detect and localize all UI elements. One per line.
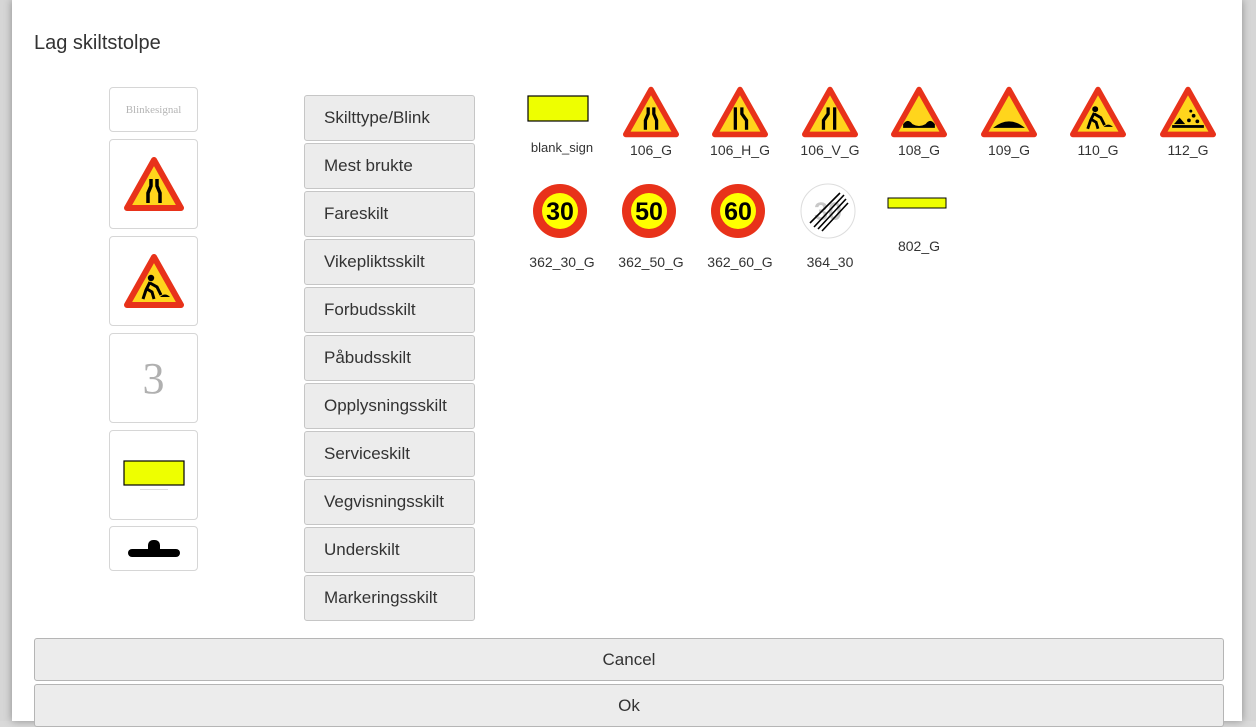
sign-109-g[interactable]: 109_G [971, 85, 1047, 169]
sign-108-g[interactable]: 108_G [881, 85, 957, 169]
category-underskilt[interactable]: Underskilt [304, 527, 475, 573]
blink-signal-label: Blinkesignal [125, 103, 182, 116]
sign-label: 362_50_G [618, 254, 684, 270]
post-tile-blank-sign[interactable] [109, 430, 198, 520]
speed-bump-icon [981, 86, 1037, 138]
sign-label: 108_G [897, 142, 941, 158]
category-serviceskilt[interactable]: Serviceskilt [304, 431, 475, 477]
post-tile-blink-signal[interactable]: Blinkesignal [109, 87, 198, 132]
sign-110-g[interactable]: 110_G [1060, 85, 1136, 169]
category-skilttype-blink[interactable]: Skilttype/Blink [304, 95, 475, 141]
road-narrows-both-icon [123, 157, 184, 211]
number-sign-label: 3 [142, 353, 165, 403]
road-narrows-right-icon [712, 86, 768, 138]
sign-label: 362_60_G [707, 254, 773, 270]
sign-label: 110_G [1077, 142, 1119, 158]
sign-label: 364_30 [806, 254, 854, 270]
cancel-button[interactable]: Cancel [34, 638, 1224, 681]
speed-limit-icon: 50 [622, 184, 676, 238]
post-tile-number[interactable]: 3 [109, 333, 198, 423]
speed-limit-icon: 30 [533, 184, 587, 238]
category-opplysningsskilt[interactable]: Opplysningsskilt [304, 383, 475, 429]
category-markeringsskilt[interactable]: Markeringsskilt [304, 575, 475, 621]
post-tile-road-narrows[interactable] [109, 139, 198, 229]
sign-362-60-g[interactable]: 60 362_60_G [702, 181, 778, 270]
blank-sign-icon [527, 95, 589, 122]
sign-106-h-g[interactable]: 106_H_G [702, 85, 778, 169]
speed-value: 60 [724, 198, 752, 226]
create-sign-post-dialog: Lag skiltstolpe Blinkesignal 3 Skilttype… [12, 0, 1242, 727]
category-pabudsskilt[interactable]: Påbudsskilt [304, 335, 475, 381]
sign-362-30-g[interactable]: 30 362_30_G [524, 181, 600, 270]
road-works-icon [1070, 86, 1126, 138]
speed-value: 50 [635, 198, 663, 226]
category-fareskilt[interactable]: Fareskilt [304, 191, 475, 237]
blank-sign-icon [122, 460, 185, 490]
sign-106-v-g[interactable]: 106_V_G [792, 85, 868, 169]
category-vegvisningsskilt[interactable]: Vegvisningsskilt [304, 479, 475, 525]
sign-label: 802_G [897, 238, 941, 254]
sign-blank-sign[interactable]: blank_sign [524, 94, 600, 178]
sign-362-50-g[interactable]: 50 362_50_G [613, 181, 689, 270]
sign-label: 112_G [1167, 142, 1209, 158]
speed-limit-icon: 60 [711, 184, 765, 238]
end-speed-limit-icon: 30 [800, 183, 856, 239]
road-narrows-left-icon [802, 86, 858, 138]
sign-label: 362_30_G [529, 254, 595, 270]
uneven-road-icon [891, 86, 947, 138]
post-tile-foot[interactable] [109, 526, 198, 571]
category-vikepliktsskilt[interactable]: Vikepliktsskilt [304, 239, 475, 285]
road-works-icon [123, 254, 184, 308]
sign-label: 106_H_G [710, 142, 770, 158]
sign-label: 106_V_G [800, 142, 860, 158]
category-mest-brukte[interactable]: Mest brukte [304, 143, 475, 189]
sign-112-g[interactable]: 112_G [1150, 85, 1226, 169]
speed-value: 30 [546, 198, 574, 226]
post-tile-road-works[interactable] [109, 236, 198, 326]
loose-gravel-icon [1160, 86, 1216, 138]
sign-label: 106_G [629, 142, 673, 158]
sign-label: 109_G [987, 142, 1031, 158]
category-forbudsskilt[interactable]: Forbudsskilt [304, 287, 475, 333]
post-foot-icon [127, 539, 180, 557]
sign-364-30[interactable]: 30 364_30 [792, 181, 868, 270]
sign-label: blank_sign [530, 140, 594, 155]
road-narrows-both-icon [623, 86, 679, 138]
marker-bar-icon [887, 197, 947, 209]
sign-802-g[interactable]: 802_G [881, 196, 957, 280]
sign-106-g[interactable]: 106_G [613, 85, 689, 169]
dialog-title: Lag skiltstolpe [34, 32, 161, 54]
